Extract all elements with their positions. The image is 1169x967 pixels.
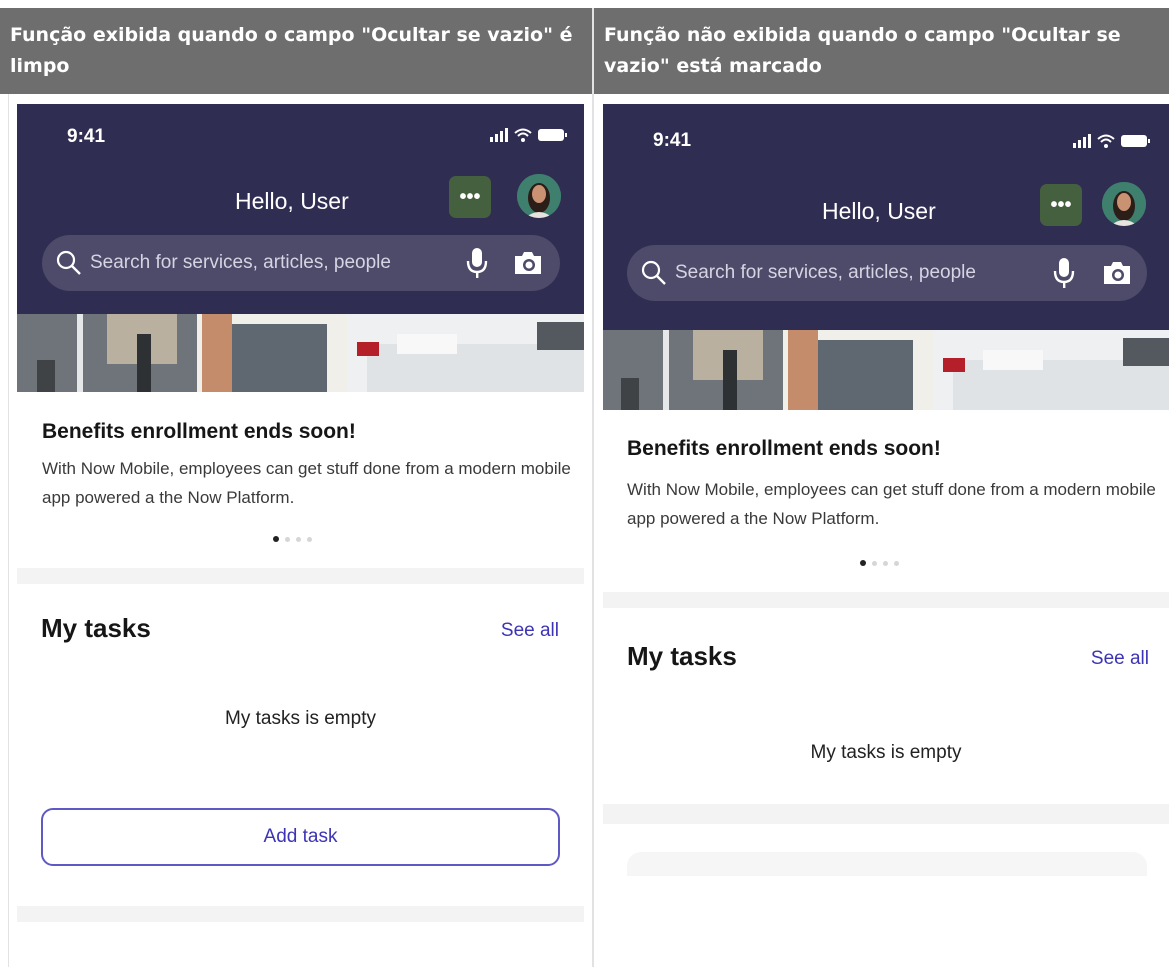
next-section-placeholder [627,852,1147,876]
card-title: Benefits enrollment ends soon! [627,437,941,460]
section-title-my-tasks: My tasks [41,613,151,643]
carousel-dot[interactable] [883,560,888,566]
section-separator [17,906,584,922]
column-header-left: Função exibida quando o campo "Ocultar s… [0,8,592,94]
carousel-dot[interactable] [894,560,899,566]
carousel-dot[interactable] [296,536,301,542]
empty-state-text: My tasks is empty [225,708,376,729]
battery-icon [1121,135,1150,147]
system-indicators [490,128,567,142]
battery-icon [538,129,567,141]
greeting-text: Hello, User [235,188,349,214]
carousel-dot[interactable] [285,536,290,542]
card-title: Benefits enrollment ends soon! [42,420,356,443]
search-bar[interactable]: Search for services, articles, people [42,235,560,291]
system-indicators [1073,134,1150,148]
see-all-link[interactable]: See all [1091,648,1149,670]
table-left-border [8,94,9,967]
greeting-text: Hello, User [822,198,936,224]
search-icon [641,260,666,285]
avatar[interactable] [517,174,561,218]
search-placeholder: Search for services, articles, people [675,262,976,283]
carousel-dot-active[interactable] [273,536,279,542]
ellipsis-icon: ••• [459,185,481,208]
promo-banner-image [17,314,584,392]
comparison-table: Função exibida quando o campo "Ocultar s… [0,0,1169,967]
microphone-icon[interactable] [1053,257,1075,289]
status-bar: 9:41 [603,104,1169,174]
status-bar: 9:41 [17,104,584,164]
camera-icon[interactable] [512,250,544,276]
section-title-my-tasks: My tasks [627,641,737,671]
card-body: With Now Mobile, employees can get stuff… [627,480,1156,528]
banner-photo [17,314,584,392]
camera-icon[interactable] [1101,260,1133,286]
phone-screenshot-left: 9:41 Hello, User ••• Search for services… [17,104,584,967]
phone-screenshot-right: 9:41 Hello, User ••• Search for services… [603,104,1169,967]
more-options-button[interactable]: ••• [449,176,491,218]
banner-photo [603,330,1169,410]
section-separator [17,568,584,584]
empty-state-text: My tasks is empty [810,742,962,763]
see-all-link[interactable]: See all [501,620,559,642]
signal-icon [490,128,508,142]
search-bar[interactable]: Search for services, articles, people [627,245,1147,301]
app-header: Hello, User ••• Search for services, art… [17,164,584,314]
section-separator [603,592,1169,608]
column-header-right: Função não exibida quando o campo "Ocult… [594,8,1169,94]
ellipsis-icon: ••• [1050,193,1072,216]
signal-icon [1073,134,1091,148]
status-time: 9:41 [67,126,106,147]
microphone-icon[interactable] [466,247,488,279]
section-separator [603,804,1169,824]
app-header: Hello, User ••• Search for services, art… [603,174,1169,330]
column-divider [592,8,594,967]
carousel-dot-active[interactable] [860,560,866,566]
search-icon [56,250,81,275]
avatar-photo [517,174,561,218]
avatar[interactable] [1102,182,1146,226]
carousel-indicator[interactable] [860,560,899,566]
card-body: With Now Mobile, employees can get stuff… [42,459,571,507]
status-time: 9:41 [653,130,692,151]
wifi-icon [514,128,532,142]
avatar-photo [1102,182,1146,226]
wifi-icon [1097,134,1115,148]
search-placeholder: Search for services, articles, people [90,252,391,273]
carousel-indicator[interactable] [273,536,312,542]
promo-banner-image [603,330,1169,410]
carousel-dot[interactable] [872,560,877,566]
carousel-dot[interactable] [307,536,312,542]
add-task-button[interactable]: Add task [41,808,560,866]
more-options-button[interactable]: ••• [1040,184,1082,226]
